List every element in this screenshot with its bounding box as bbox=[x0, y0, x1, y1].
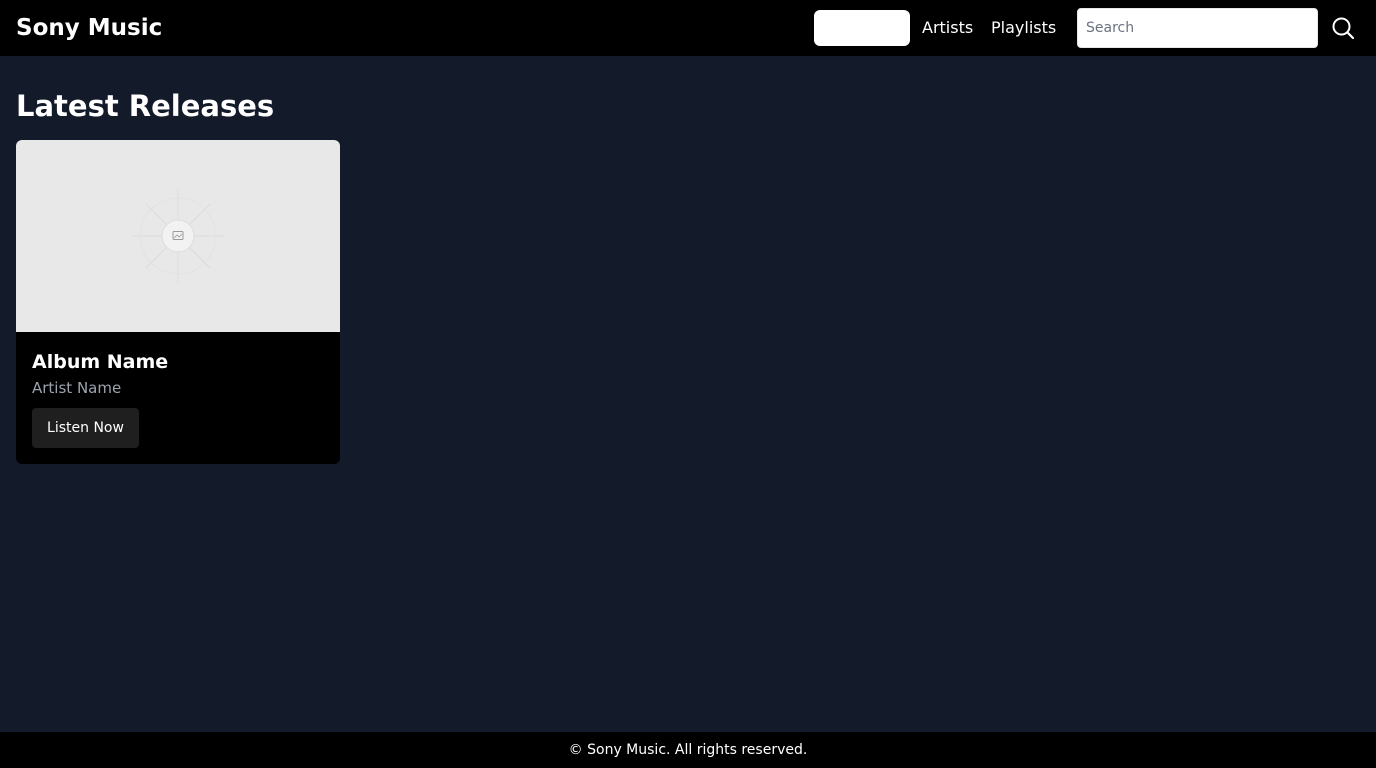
nav-home-button[interactable] bbox=[814, 10, 910, 46]
album-cover-placeholder bbox=[16, 140, 340, 332]
section-title: Latest Releases bbox=[16, 89, 275, 123]
footer-copyright: © Sony Music. All rights reserved. bbox=[568, 742, 808, 758]
search-icon[interactable] bbox=[1330, 15, 1356, 41]
nav-link-artists[interactable]: Artists bbox=[922, 16, 973, 40]
top-navbar: Sony Music Artists Playlists bbox=[0, 0, 1376, 56]
album-name: Album Name bbox=[32, 351, 169, 373]
release-card: Album Name Artist Name Listen Now bbox=[16, 140, 340, 464]
artist-name: Artist Name bbox=[32, 379, 122, 397]
listen-now-button[interactable]: Listen Now bbox=[32, 408, 139, 448]
image-placeholder-icon bbox=[132, 190, 224, 282]
brand-logo[interactable]: Sony Music bbox=[16, 12, 162, 44]
nav-link-playlists[interactable]: Playlists bbox=[991, 16, 1056, 40]
footer: © Sony Music. All rights reserved. bbox=[0, 732, 1376, 768]
search-input[interactable] bbox=[1077, 8, 1318, 48]
